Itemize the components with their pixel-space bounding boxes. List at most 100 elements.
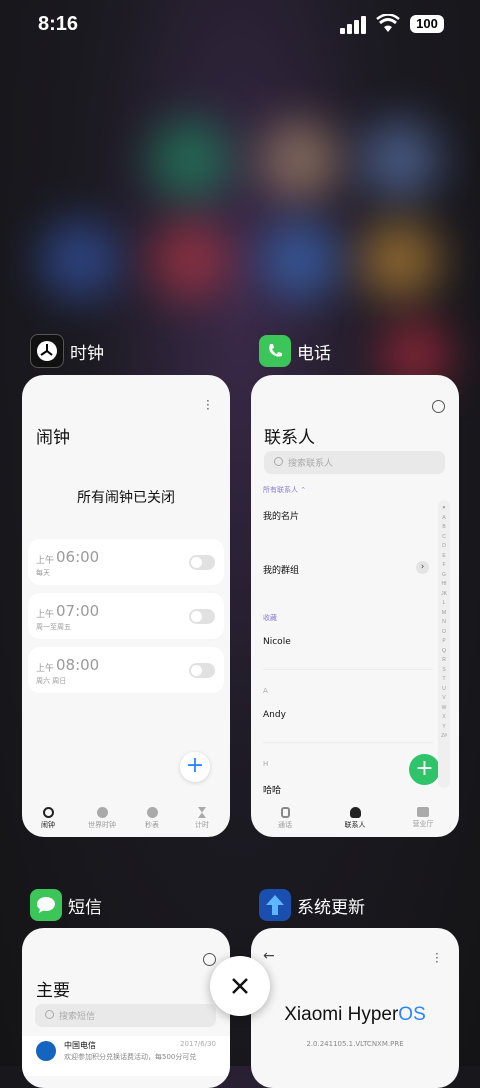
alphabet-index[interactable]: ♥ABCDEFGHIJKLMNOPQRSTUVWXYZ# (438, 500, 450, 788)
person-icon (349, 807, 361, 818)
update-app-card[interactable]: ← · · · Xiaomi HyperOS 2.0.241105.1.VLTCNX… (251, 928, 459, 1088)
clock-app-header[interactable]: 时钟 (30, 334, 104, 368)
tab-world-clock[interactable]: 世界时钟 (80, 807, 124, 830)
signal-icon (340, 16, 366, 34)
update-app-header[interactable]: 系统更新 (259, 888, 365, 922)
clock-app-card[interactable]: · · · 闹钟 所有闹钟已关闭 上午 06:00 每天 上午 07:00 周一至周… (22, 375, 230, 837)
tab-service-hall[interactable]: 营业厅 (403, 807, 443, 829)
search-placeholder: 搜索短信 (59, 1012, 96, 1022)
tab-label: 计时 (195, 821, 209, 829)
battery-indicator: 100 (410, 15, 444, 33)
more-icon[interactable]: · · · (206, 395, 210, 415)
sms-app-card[interactable]: 主要 搜索短信 中国电信 2017/6/30 欢迎参加积分兑换话费活动，每500… (22, 928, 230, 1088)
alarm-time: 06:00 (56, 548, 100, 566)
back-arrow-icon[interactable]: ← (263, 948, 275, 964)
close-icon (232, 978, 248, 994)
update-app-icon (259, 889, 291, 921)
tab-label: 联系人 (344, 821, 366, 829)
more-icon[interactable]: · · · (435, 948, 439, 968)
settings-icon[interactable] (432, 400, 445, 413)
contact-search-input[interactable]: 搜索联系人 (264, 451, 445, 474)
sms-app-header[interactable]: 短信 (30, 888, 102, 922)
settings-icon[interactable] (203, 953, 216, 966)
status-time: 8:16 (38, 13, 79, 35)
sms-app-name: 短信 (68, 897, 102, 918)
alarms-off-message: 所有闹钟已关闭 (77, 490, 175, 506)
alarm-toggle[interactable] (189, 609, 215, 624)
contact-item[interactable]: Nicole (263, 637, 291, 647)
phone-app-header[interactable]: 电话 (259, 334, 331, 368)
my-groups-label: 我的群组 (263, 566, 300, 576)
alarm-period: 上午 (36, 664, 55, 674)
my-groups-item[interactable]: 我的群组 › (263, 561, 429, 577)
page-title: 闹钟 (36, 428, 70, 448)
phone-app-icon (259, 335, 291, 367)
tab-label: 秒表 (145, 821, 159, 829)
alarm-time: 07:00 (56, 602, 100, 620)
alarm-toggle[interactable] (189, 555, 215, 570)
sms-search-input[interactable]: 搜索短信 (35, 1004, 216, 1027)
message-date: 2017/6/30 (180, 1040, 216, 1048)
contact-filter[interactable]: 所有联系人 ⌃ (263, 485, 306, 495)
tab-label: 营业厅 (412, 820, 434, 828)
brand-suffix: OS (398, 1004, 426, 1025)
china-telecom-icon (36, 1041, 56, 1061)
alarm-clock-icon (42, 807, 54, 818)
message-item[interactable]: 中国电信 2017/6/30 欢迎参加积分兑换话费活动，每500分可兑 (22, 1036, 230, 1076)
message-sender: 中国电信 (64, 1041, 96, 1050)
section-header: H (263, 760, 269, 768)
tab-timer[interactable]: 计时 (182, 807, 222, 830)
add-alarm-button[interactable]: + (180, 752, 210, 782)
tab-contacts[interactable]: 联系人 (335, 807, 375, 830)
search-icon (45, 1010, 54, 1019)
phone-app-card[interactable]: 联系人 搜索联系人 所有联系人 ⌃ 我的名片 我的群组 › 收藏 Nicole … (251, 375, 459, 837)
version-text: 2.0.241105.1.VLTCNXM.PRE (306, 1040, 404, 1048)
search-icon (274, 457, 283, 466)
brand-prefix: Xiaomi Hyper (284, 1004, 399, 1025)
message-preview: 欢迎参加积分兑换话费活动，每500分可兑 (64, 1053, 197, 1061)
alarm-row[interactable]: 上午 08:00 周六 周日 (28, 647, 224, 693)
clock-app-icon (30, 334, 64, 368)
alarm-period: 上午 (36, 556, 55, 566)
alarm-repeat: 每天 (36, 569, 50, 577)
world-clock-icon (96, 807, 108, 818)
store-icon (417, 807, 429, 817)
tab-label: 通话 (278, 821, 292, 829)
alphabet-letters: ♥ABCDEFGHIJKLMNOPQRSTUVWXYZ# (441, 505, 447, 739)
tab-calls[interactable]: 通话 (265, 807, 305, 830)
alarm-row[interactable]: 上午 06:00 每天 (28, 539, 224, 585)
contact-item[interactable]: Andy (263, 710, 286, 720)
sms-app-icon (30, 889, 62, 921)
search-placeholder: 搜索联系人 (288, 459, 334, 469)
hyperos-logo: Xiaomi HyperOS (251, 1004, 459, 1026)
alarm-repeat: 周六 周日 (36, 677, 67, 685)
clock-app-name: 时钟 (70, 343, 104, 364)
phone-app-name: 电话 (297, 343, 331, 364)
alarm-row[interactable]: 上午 07:00 周一至周五 (28, 593, 224, 639)
page-title: 主要 (36, 981, 70, 1001)
tab-alarm[interactable]: 闹钟 (28, 807, 68, 830)
phone-icon (280, 807, 290, 818)
chevron-right-icon: › (416, 561, 429, 574)
tab-label: 世界时钟 (88, 821, 116, 829)
status-bar: 8:16 100 (0, 0, 480, 50)
wifi-icon (376, 14, 400, 32)
divider (263, 742, 433, 743)
alarm-time: 08:00 (56, 656, 100, 674)
section-header: A (263, 687, 268, 695)
alarm-period: 上午 (36, 610, 55, 620)
update-app-name: 系统更新 (297, 897, 365, 918)
alarm-toggle[interactable] (189, 663, 215, 678)
alarm-repeat: 周一至周五 (36, 623, 71, 631)
divider (263, 669, 433, 670)
clear-all-button[interactable] (210, 956, 270, 1016)
stopwatch-icon (146, 807, 158, 818)
add-contact-button[interactable]: + (409, 754, 440, 785)
hourglass-icon (198, 807, 206, 818)
tab-label: 闹钟 (41, 821, 55, 829)
contact-item[interactable]: 哈哈 (263, 783, 281, 796)
favorites-header: 收藏 (263, 614, 277, 622)
tab-stopwatch[interactable]: 秒表 (132, 807, 172, 830)
page-title: 联系人 (264, 428, 315, 448)
my-card-item[interactable]: 我的名片 (263, 509, 299, 522)
